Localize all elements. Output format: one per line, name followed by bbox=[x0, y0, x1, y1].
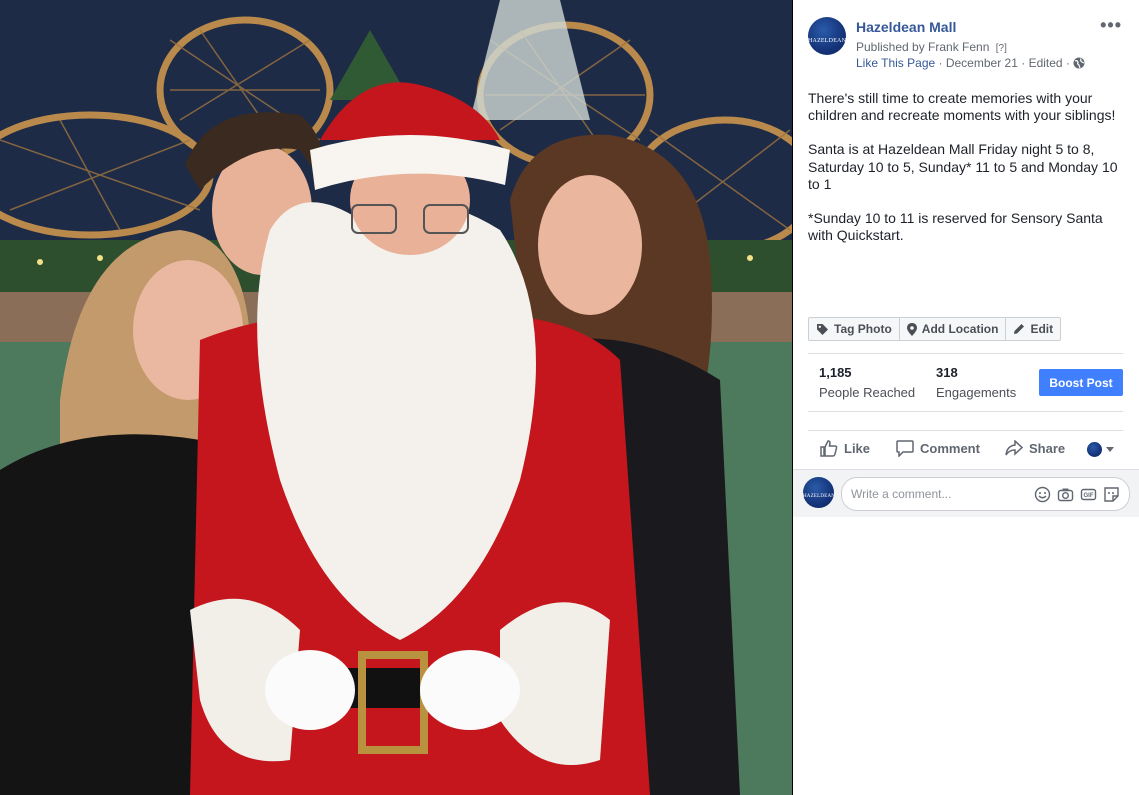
post-paragraph: Santa is at Hazeldean Mall Friday night … bbox=[808, 141, 1118, 192]
people-reached-label: People Reached bbox=[819, 385, 916, 400]
post-details-panel: HAZELDEAN Hazeldean Mall ••• Published b… bbox=[793, 0, 1139, 795]
edited-label[interactable]: Edited bbox=[1029, 56, 1063, 70]
add-location-button[interactable]: Add Location bbox=[900, 318, 1007, 340]
people-reached-value[interactable]: 1,185 bbox=[819, 365, 852, 380]
emoji-icon[interactable] bbox=[1034, 486, 1051, 503]
engagements-value[interactable]: 318 bbox=[936, 365, 958, 380]
tag-icon bbox=[817, 323, 828, 335]
like-button[interactable]: Like bbox=[820, 440, 870, 457]
comment-input[interactable]: Write a comment... GIF bbox=[841, 477, 1130, 511]
share-button[interactable]: Share bbox=[1005, 440, 1065, 456]
post-paragraph: *Sunday 10 to 11 is reserved for Sensory… bbox=[808, 210, 1103, 244]
svg-text:GIF: GIF bbox=[1084, 493, 1094, 499]
tag-photo-button[interactable]: Tag Photo bbox=[809, 318, 900, 340]
boost-post-button[interactable]: Boost Post bbox=[1039, 369, 1123, 396]
post-date[interactable]: December 21 bbox=[946, 56, 1018, 70]
more-options-icon[interactable]: ••• bbox=[1100, 15, 1122, 36]
post-meta: Like This Page · December 21 · Edited · bbox=[856, 56, 1085, 72]
divider bbox=[808, 353, 1123, 354]
post-photo[interactable] bbox=[0, 0, 792, 795]
divider bbox=[808, 411, 1123, 412]
santa-photo-illustration bbox=[0, 0, 792, 795]
gif-icon[interactable]: GIF bbox=[1080, 486, 1097, 503]
page-avatar-small bbox=[1087, 442, 1102, 457]
pencil-icon bbox=[1014, 324, 1025, 334]
comment-button[interactable]: Comment bbox=[896, 440, 980, 457]
post-paragraph: There's still time to create memories wi… bbox=[808, 90, 1116, 124]
commenter-avatar: HAZELDEAN bbox=[803, 477, 834, 508]
edit-button[interactable]: Edit bbox=[1006, 318, 1060, 340]
sticker-icon[interactable] bbox=[1103, 486, 1120, 503]
published-help-link[interactable]: [?] bbox=[996, 43, 1007, 54]
camera-icon[interactable] bbox=[1057, 486, 1074, 503]
location-pin-icon bbox=[906, 322, 917, 336]
published-by-text: Published by Frank Fenn bbox=[856, 40, 990, 54]
divider bbox=[808, 430, 1123, 431]
share-icon bbox=[1005, 440, 1023, 456]
chevron-down-icon bbox=[1106, 447, 1114, 452]
avatar-logo-text: HAZELDEAN bbox=[803, 494, 834, 500]
thumbs-up-icon bbox=[820, 440, 838, 457]
comment-placeholder: Write a comment... bbox=[851, 487, 952, 501]
comment-icon bbox=[896, 440, 914, 457]
comment-tools: GIF bbox=[1034, 486, 1120, 503]
page-avatar[interactable]: HAZELDEAN bbox=[808, 17, 846, 55]
page-name-link[interactable]: Hazeldean Mall bbox=[856, 19, 956, 35]
published-by: Published by Frank Fenn [?] bbox=[856, 40, 1007, 54]
comment-composer: HAZELDEAN Write a comment... GIF bbox=[793, 469, 1139, 517]
engagements-label: Engagements bbox=[936, 385, 1017, 400]
post-message: There's still time to create memories wi… bbox=[808, 90, 1128, 261]
photo-actions-bar: Tag Photo Add Location Edit bbox=[808, 317, 1062, 341]
globe-icon[interactable] bbox=[1073, 57, 1085, 72]
like-page-link[interactable]: Like This Page bbox=[856, 56, 935, 70]
audience-selector[interactable] bbox=[1087, 442, 1120, 457]
avatar-logo-text: HAZELDEAN bbox=[808, 37, 846, 44]
